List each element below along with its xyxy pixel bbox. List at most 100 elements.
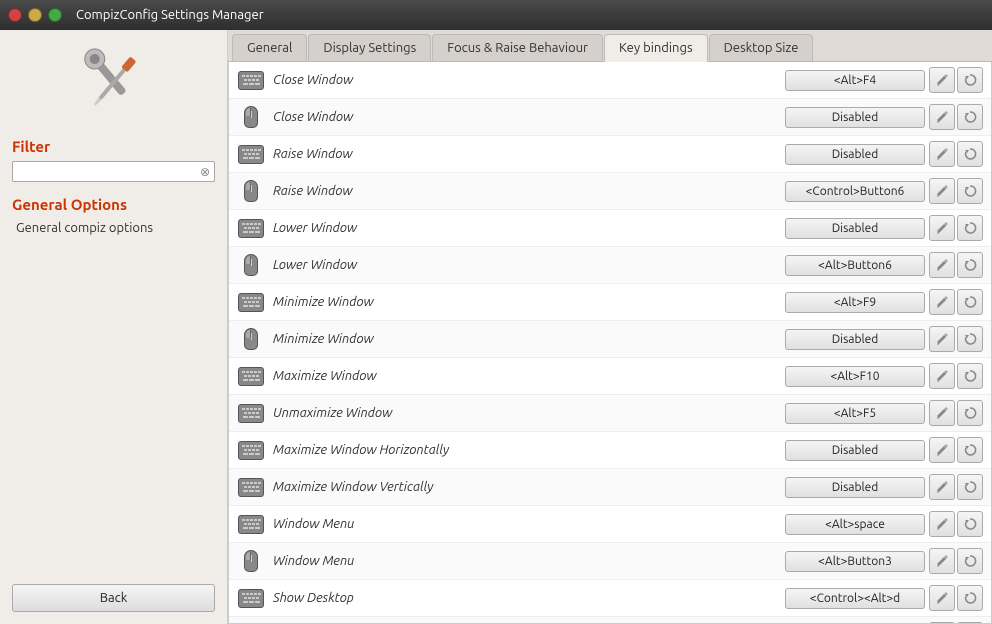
- table-row: Raise Window<Control>Button6: [229, 173, 991, 210]
- reset-binding-button[interactable]: [957, 400, 983, 426]
- content-area: GeneralDisplay SettingsFocus & Raise Beh…: [228, 30, 992, 624]
- row-actions: [929, 178, 983, 204]
- window-title: CompizConfig Settings Manager: [76, 8, 264, 22]
- edit-binding-button[interactable]: [929, 141, 955, 167]
- reset-binding-button[interactable]: [957, 363, 983, 389]
- edit-binding-button[interactable]: [929, 326, 955, 352]
- tab-keybindings[interactable]: Key bindings: [604, 34, 708, 62]
- mouse-icon: [237, 103, 265, 131]
- row-label: Show Desktop: [273, 591, 785, 605]
- reset-binding-button[interactable]: [957, 178, 983, 204]
- general-options-heading: General Options: [12, 196, 215, 213]
- keyboard-icon: [237, 510, 265, 538]
- edit-binding-button[interactable]: [929, 252, 955, 278]
- keyboard-icon: [237, 436, 265, 464]
- binding-button[interactable]: <Control><Alt>d: [785, 588, 925, 609]
- reset-binding-button[interactable]: [957, 215, 983, 241]
- keyboard-icon: [237, 473, 265, 501]
- edit-binding-button[interactable]: [929, 215, 955, 241]
- edit-binding-button[interactable]: [929, 548, 955, 574]
- filter-clear-icon[interactable]: ⊗: [200, 165, 210, 179]
- row-binding-wrap: Disabled: [785, 440, 925, 461]
- binding-button[interactable]: Disabled: [785, 477, 925, 498]
- edit-binding-button[interactable]: [929, 474, 955, 500]
- row-binding-wrap: <Control>Button6: [785, 181, 925, 202]
- reset-binding-button[interactable]: [957, 585, 983, 611]
- reset-binding-button[interactable]: [957, 326, 983, 352]
- row-binding-wrap: <Alt>F9: [785, 292, 925, 313]
- binding-button[interactable]: <Alt>F9: [785, 292, 925, 313]
- row-binding-wrap: <Alt>F4: [785, 70, 925, 91]
- table-row: Maximize Window HorizontallyDisabled: [229, 432, 991, 469]
- row-actions: [929, 141, 983, 167]
- keyboard-icon: [237, 214, 265, 242]
- row-actions: [929, 363, 983, 389]
- row-binding-wrap: <Alt>Button3: [785, 551, 925, 572]
- general-options-link[interactable]: General compiz options: [12, 219, 215, 237]
- edit-binding-button[interactable]: [929, 104, 955, 130]
- binding-button[interactable]: Disabled: [785, 218, 925, 239]
- binding-button[interactable]: <Alt>F5: [785, 403, 925, 424]
- binding-button[interactable]: Disabled: [785, 144, 925, 165]
- binding-button[interactable]: <Alt>Button6: [785, 255, 925, 276]
- edit-binding-button[interactable]: [929, 289, 955, 315]
- maximize-window-button[interactable]: [48, 8, 62, 22]
- edit-binding-button[interactable]: [929, 400, 955, 426]
- reset-binding-button[interactable]: [957, 437, 983, 463]
- row-binding-wrap: Disabled: [785, 329, 925, 350]
- row-binding-wrap: <Alt>Button6: [785, 255, 925, 276]
- edit-binding-button[interactable]: [929, 585, 955, 611]
- filter-input[interactable]: [17, 164, 200, 179]
- row-binding-wrap: <Alt>F10: [785, 366, 925, 387]
- table-row: Minimize WindowDisabled: [229, 321, 991, 358]
- binding-button[interactable]: Disabled: [785, 107, 925, 128]
- edit-binding-button[interactable]: [929, 363, 955, 389]
- row-actions: [929, 400, 983, 426]
- table-row: Window Menu<Alt>Button3: [229, 543, 991, 580]
- binding-button[interactable]: Disabled: [785, 440, 925, 461]
- mouse-icon: [237, 177, 265, 205]
- binding-button[interactable]: <Alt>space: [785, 514, 925, 535]
- row-actions: [929, 252, 983, 278]
- edit-binding-button[interactable]: [929, 511, 955, 537]
- table-row: Show Desktop<Control><Alt>d: [229, 580, 991, 617]
- reset-binding-button[interactable]: [957, 474, 983, 500]
- table-row: Window Menu<Alt>space: [229, 506, 991, 543]
- tab-desktop[interactable]: Desktop Size: [709, 34, 814, 61]
- reset-binding-button[interactable]: [957, 104, 983, 130]
- row-binding-wrap: Disabled: [785, 107, 925, 128]
- binding-button[interactable]: Disabled: [785, 329, 925, 350]
- back-button[interactable]: Back: [12, 584, 215, 612]
- minimize-window-button[interactable]: [28, 8, 42, 22]
- tab-display[interactable]: Display Settings: [308, 34, 431, 61]
- edit-binding-button[interactable]: [929, 178, 955, 204]
- binding-button[interactable]: <Control>Button6: [785, 181, 925, 202]
- row-binding-wrap: Disabled: [785, 477, 925, 498]
- reset-binding-button[interactable]: [957, 511, 983, 537]
- table-row: Raise WindowDisabled: [229, 136, 991, 173]
- table-row: Maximize Window VerticallyDisabled: [229, 469, 991, 506]
- row-actions: [929, 67, 983, 93]
- edit-binding-button[interactable]: [929, 437, 955, 463]
- titlebar: CompizConfig Settings Manager: [0, 0, 992, 30]
- binding-button[interactable]: <Alt>Button3: [785, 551, 925, 572]
- row-label: Raise Window: [273, 184, 785, 198]
- reset-binding-button[interactable]: [957, 141, 983, 167]
- reset-binding-button[interactable]: [957, 67, 983, 93]
- reset-binding-button[interactable]: [957, 252, 983, 278]
- table-row: Show DesktopNone: [229, 617, 991, 624]
- reset-binding-button[interactable]: [957, 289, 983, 315]
- binding-button[interactable]: <Alt>F4: [785, 70, 925, 91]
- tab-focus[interactable]: Focus & Raise Behaviour: [432, 34, 603, 61]
- row-actions: [929, 104, 983, 130]
- row-actions: [929, 548, 983, 574]
- filter-input-wrap: ⊗: [12, 161, 215, 182]
- row-actions: [929, 474, 983, 500]
- close-window-button[interactable]: [8, 8, 22, 22]
- row-actions: [929, 215, 983, 241]
- tab-general[interactable]: General: [232, 34, 307, 61]
- edit-binding-button[interactable]: [929, 67, 955, 93]
- binding-button[interactable]: <Alt>F10: [785, 366, 925, 387]
- row-label: Minimize Window: [273, 295, 785, 309]
- reset-binding-button[interactable]: [957, 548, 983, 574]
